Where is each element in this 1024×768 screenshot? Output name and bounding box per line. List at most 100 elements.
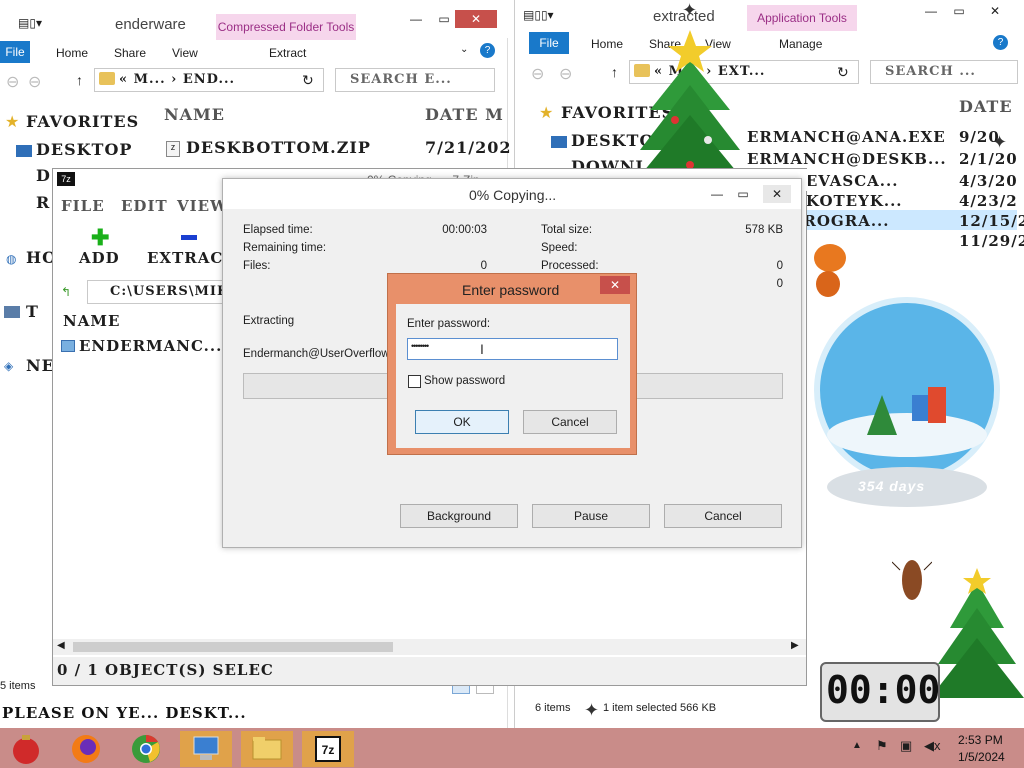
firefox-icon[interactable] <box>60 731 112 767</box>
add-icon[interactable]: ✚ <box>91 225 109 251</box>
refresh-icon[interactable]: ↻ <box>302 72 314 89</box>
background-button[interactable]: Background <box>400 504 518 528</box>
maximize-button[interactable]: ▭ <box>729 185 757 203</box>
tab-home[interactable]: Home <box>591 37 623 51</box>
scroll-left-icon[interactable]: ◀ <box>57 640 65 651</box>
nav-item-network[interactable]: NE <box>26 356 55 375</box>
ribbon-expand-icon[interactable]: ⌄ <box>460 44 468 55</box>
quick-access-toolbar-icon[interactable]: ▤▯▯▾ <box>523 8 554 22</box>
context-tab-compressed[interactable]: Compressed Folder Tools <box>216 14 356 40</box>
list-item[interactable]: ENDERMANC... <box>79 337 222 355</box>
back-icon[interactable]: ⊖ <box>531 64 544 84</box>
remaining-label: Remaining time: <box>243 242 327 254</box>
chrome-icon[interactable] <box>120 731 172 767</box>
show-hidden-icons[interactable]: ▲ <box>852 740 862 751</box>
sevenzip-app-icon: 7z <box>57 172 75 186</box>
computer-icon[interactable] <box>180 731 232 767</box>
horizontal-scrollbar[interactable]: ◀ ▶ <box>53 639 806 655</box>
address-bar[interactable]: « M... › END... <box>94 68 324 92</box>
favorites-label[interactable]: FAVORITES <box>26 112 139 131</box>
ornament-icon[interactable] <box>0 731 52 767</box>
column-date[interactable]: DATE M <box>425 105 504 124</box>
scroll-right-icon[interactable]: ▶ <box>791 640 799 651</box>
action-center-icon[interactable]: ⚑ <box>876 738 888 754</box>
forward-icon[interactable]: ⊖ <box>559 64 572 84</box>
path-bar[interactable]: C:\USERS\MIK <box>87 280 228 304</box>
password-value[interactable]: •••••••• <box>411 341 429 351</box>
toolbar-add[interactable]: ADD <box>79 249 120 267</box>
close-button[interactable]: ✕ <box>763 185 791 203</box>
menu-view[interactable]: VIEW <box>177 197 228 215</box>
show-password-checkbox[interactable] <box>408 375 421 388</box>
quick-access-toolbar-icon[interactable]: ▤▯▾ <box>18 16 42 30</box>
password-dialog-title: Enter password <box>462 282 560 298</box>
forward-icon[interactable]: ⊖ <box>28 72 41 92</box>
scroll-thumb[interactable] <box>73 642 393 652</box>
christmas-tree-top <box>630 30 750 188</box>
nav-item-r[interactable]: R <box>36 193 50 212</box>
up-icon[interactable]: ↑ <box>611 64 618 80</box>
password-field[interactable]: •••••••• I <box>407 338 618 360</box>
tab-extract[interactable]: Extract <box>269 46 306 60</box>
countdown-clock-value: 00:00 <box>826 668 941 712</box>
sevenzip-status-bar: 0 / 1 OBJECT(S) SELEC <box>53 657 806 685</box>
minimize-button[interactable]: — <box>917 2 945 20</box>
up-icon[interactable]: ↑ <box>76 72 83 88</box>
search-box[interactable]: SEARCH ... <box>870 60 1018 84</box>
search-box[interactable]: SEARCH E... <box>335 68 495 92</box>
extract-icon[interactable] <box>181 235 197 240</box>
context-tab-application[interactable]: Application Tools <box>747 5 857 31</box>
sevenzip-icon[interactable]: 7z <box>302 731 354 767</box>
menu-file[interactable]: FILE <box>61 197 105 215</box>
maximize-button[interactable]: ▭ <box>430 10 458 28</box>
folder-up-icon[interactable]: ↰ <box>61 285 71 299</box>
path-text[interactable]: C:\USERS\MIK <box>110 284 229 299</box>
help-icon[interactable]: ? <box>480 43 495 58</box>
file-row-name[interactable]: DESKBOTTOM.ZIP <box>186 138 371 157</box>
close-button[interactable]: ✕ <box>455 10 497 28</box>
elapsed-value: 00:00:03 <box>442 224 487 236</box>
tab-view[interactable]: View <box>172 46 198 60</box>
breadcrumb[interactable]: « M... › END... <box>119 72 235 87</box>
clock-date[interactable]: 1/5/2024 <box>958 750 1005 764</box>
help-icon[interactable]: ? <box>993 35 1008 50</box>
nav-item-thispc[interactable]: T <box>26 302 39 321</box>
menu-edit[interactable]: EDIT <box>121 197 168 215</box>
tab-file[interactable]: File <box>529 32 569 54</box>
volume-icon[interactable]: ◀x <box>924 738 941 754</box>
column-name[interactable]: NAME <box>164 105 225 124</box>
elapsed-label: Elapsed time: <box>243 224 313 236</box>
file-row-name[interactable]: ERMANCH@ANA.EXE <box>747 128 946 146</box>
minimize-button[interactable]: — <box>703 185 731 203</box>
column-date[interactable]: DATE <box>959 97 1013 116</box>
password-dialog: Enter password ✕ Enter password: •••••••… <box>387 273 637 455</box>
column-name[interactable]: NAME <box>63 312 120 330</box>
maximize-button[interactable]: ▭ <box>945 2 973 20</box>
minimize-button[interactable]: — <box>402 10 430 28</box>
close-button[interactable]: ✕ <box>600 276 630 294</box>
tab-share[interactable]: Share <box>114 46 146 60</box>
refresh-icon[interactable]: ↻ <box>837 64 849 81</box>
nav-item-desktop[interactable]: DESKTOP <box>36 140 132 159</box>
pause-button[interactable]: Pause <box>532 504 650 528</box>
files-label: Files: <box>243 260 271 272</box>
total-size-value: 578 KB <box>745 224 783 236</box>
countdown-clock-widget: 00:00 <box>820 662 940 722</box>
cancel-button[interactable]: Cancel <box>664 504 782 528</box>
cancel-button[interactable]: Cancel <box>523 410 617 434</box>
star-icon: ★ <box>5 114 20 131</box>
clock-time[interactable]: 2:53 PM <box>958 733 1003 747</box>
show-password-label[interactable]: Show password <box>424 375 505 387</box>
back-icon[interactable]: ⊖ <box>6 72 19 92</box>
close-button[interactable]: ✕ <box>981 2 1009 20</box>
nav-item-d[interactable]: D <box>36 166 51 185</box>
folder-icon[interactable] <box>241 731 293 767</box>
tab-file[interactable]: File <box>0 41 30 63</box>
file-row-name[interactable]: ERMANCH@DESKB... <box>747 150 947 168</box>
network-icon[interactable]: ▣ <box>900 738 912 754</box>
ok-button[interactable]: OK <box>415 410 509 434</box>
tab-home[interactable]: Home <box>56 46 88 60</box>
file-row-date: 4/3/20 <box>959 172 1018 190</box>
tab-manage[interactable]: Manage <box>779 37 822 51</box>
status-items: 5 items <box>0 680 36 692</box>
